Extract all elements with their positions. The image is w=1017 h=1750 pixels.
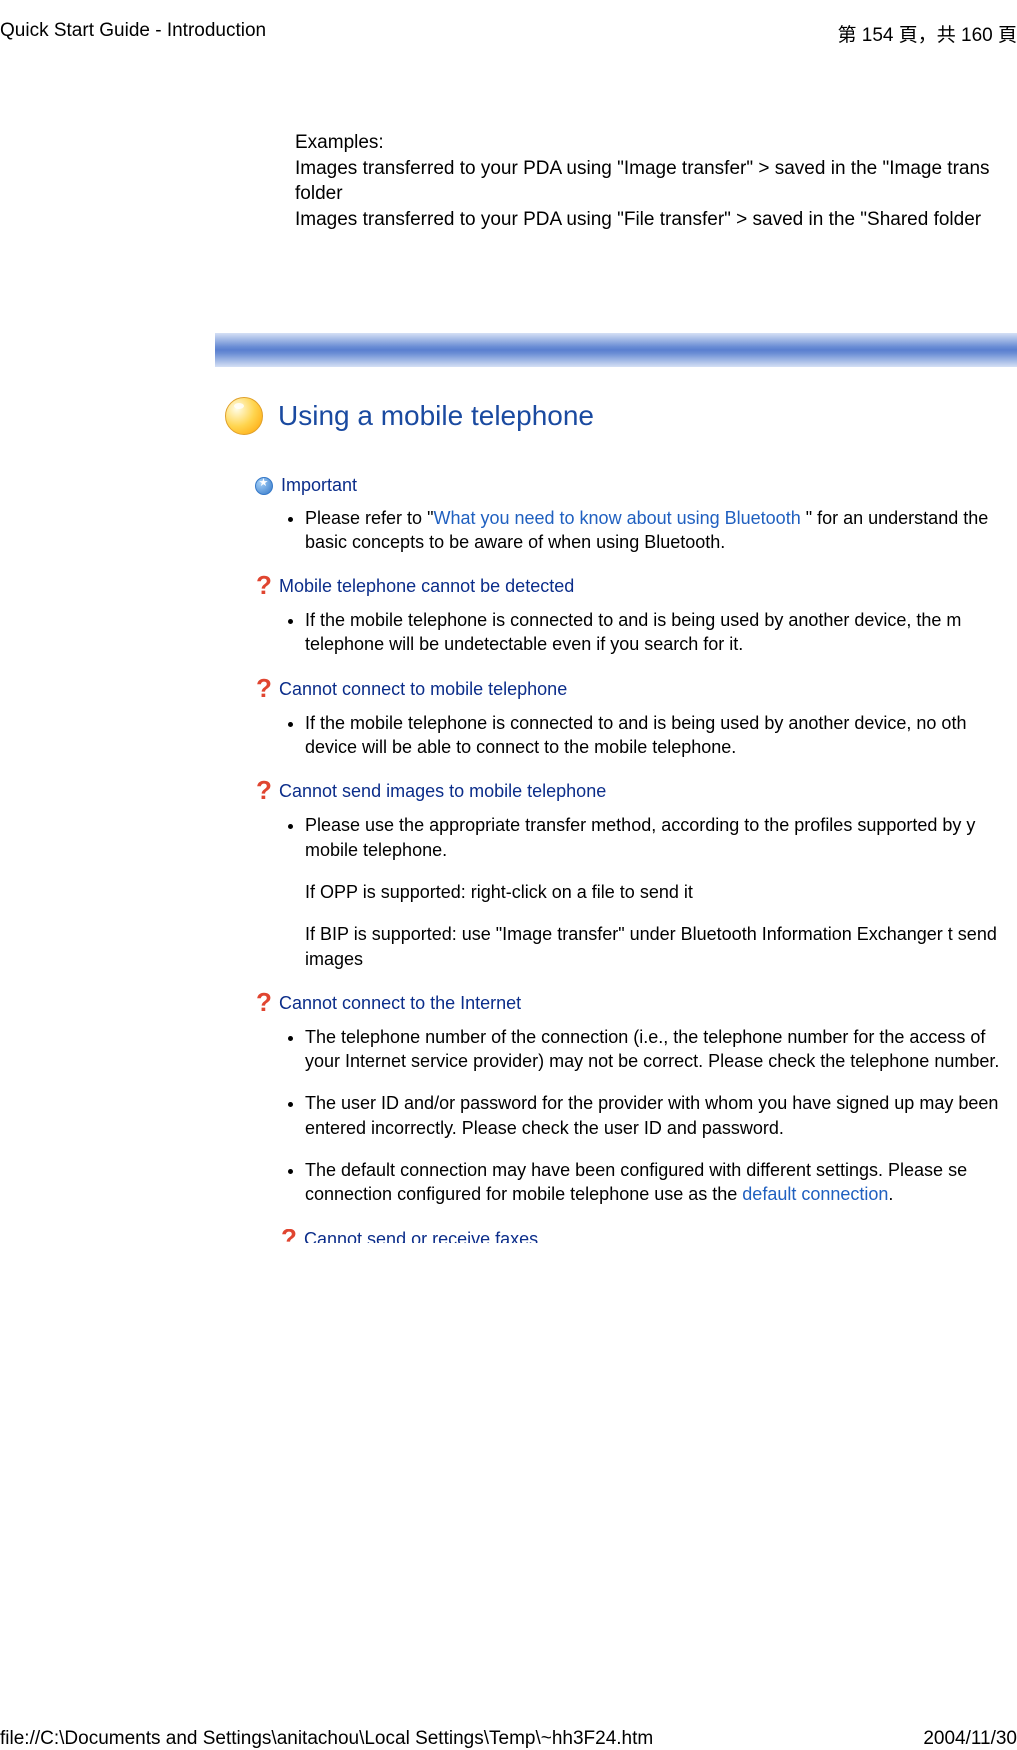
cannot-detect-title: Mobile telephone cannot be detected — [279, 576, 574, 597]
important-section: Important Please refer to "What you need… — [255, 475, 1017, 555]
cannot-detect-bullet: If the mobile telephone is connected to … — [305, 608, 1017, 657]
question-icon — [280, 1229, 296, 1243]
important-bullet: Please refer to "What you need to know a… — [305, 506, 1017, 555]
page-title: Quick Start Guide - Introduction — [0, 20, 266, 42]
page-number-info: 第 154 頁，共 160 頁 — [837, 20, 1017, 47]
heading-text: Using a mobile telephone — [278, 400, 594, 432]
default-connection-link[interactable]: default connection — [742, 1184, 888, 1204]
cannot-send-images-section: Cannot send images to mobile telephone P… — [255, 781, 1017, 970]
cannot-connect-bullet: If the mobile telephone is connected to … — [305, 711, 1017, 760]
bluetooth-info-link[interactable]: What you need to know about using Blueto… — [433, 508, 800, 528]
question-icon — [255, 993, 271, 1015]
internet-bullet-2: The user ID and/or password for the prov… — [305, 1091, 1017, 1140]
footer-date: 2004/11/30 — [923, 1728, 1017, 1750]
star-icon — [255, 477, 273, 495]
examples-line2: folder — [295, 181, 1017, 207]
footer-file-path: file://C:\Documents and Settings\anitach… — [0, 1728, 653, 1750]
examples-label: Examples: — [295, 130, 1017, 156]
cannot-fax-section: Cannot send or receive faxes — [280, 1229, 1017, 1243]
important-title: Important — [281, 475, 357, 496]
examples-line3: Images transferred to your PDA using "Fi… — [295, 207, 1017, 233]
cannot-send-images-bullet: Please use the appropriate transfer meth… — [305, 813, 1017, 862]
opp-paragraph: If OPP is supported: right-click on a fi… — [305, 880, 1017, 904]
cannot-send-images-title: Cannot send images to mobile telephone — [279, 781, 606, 802]
cannot-fax-title: Cannot send or receive faxes — [304, 1229, 538, 1243]
section-divider — [215, 333, 1017, 367]
examples-line1: Images transferred to your PDA using "Im… — [295, 156, 1017, 182]
section-heading: Using a mobile telephone — [225, 397, 1017, 435]
internet-bullet-1: The telephone number of the connection (… — [305, 1025, 1017, 1074]
cannot-detect-section: Mobile telephone cannot be detected If t… — [255, 576, 1017, 657]
question-icon — [255, 679, 271, 701]
examples-text: Examples: Images transferred to your PDA… — [295, 130, 1017, 233]
question-icon — [255, 576, 271, 598]
sphere-icon — [225, 397, 263, 435]
question-icon — [255, 781, 271, 803]
internet-bullet-3: The default connection may have been con… — [305, 1158, 1017, 1207]
cannot-internet-section: Cannot connect to the Internet The telep… — [255, 993, 1017, 1207]
cannot-connect-section: Cannot connect to mobile telephone If th… — [255, 679, 1017, 760]
bip-paragraph: If BIP is supported: use "Image transfer… — [305, 922, 1017, 971]
cannot-connect-title: Cannot connect to mobile telephone — [279, 679, 567, 700]
cannot-internet-title: Cannot connect to the Internet — [279, 993, 521, 1014]
